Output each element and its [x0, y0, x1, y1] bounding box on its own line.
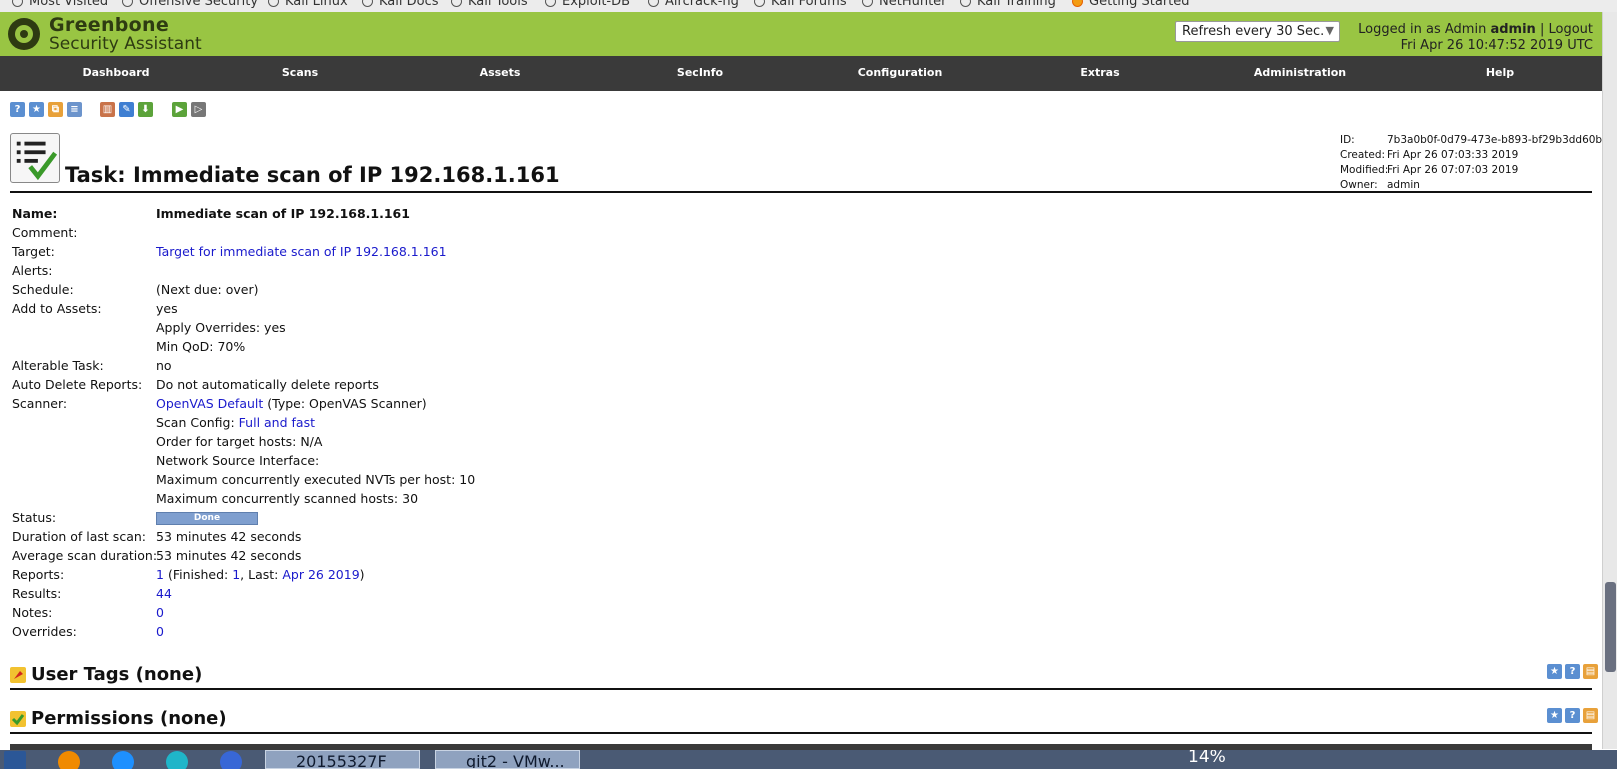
app-icon[interactable] — [166, 751, 188, 769]
export-icon[interactable]: ⬇ — [138, 102, 153, 117]
bookmark-kali-linux[interactable]: Kali Linux — [268, 0, 348, 9]
current-datetime: Fri Apr 26 10:47:52 2019 UTC — [1400, 38, 1593, 53]
reports-finished-link[interactable]: 1 — [232, 567, 240, 582]
permissions-title[interactable]: Permissions (none) — [31, 708, 227, 729]
bookmark-offensive-security[interactable]: Offensive Security — [122, 0, 258, 9]
nav-extras[interactable]: Extras — [1080, 66, 1119, 79]
bookmark-nethunter[interactable]: NetHunter — [862, 0, 947, 9]
task-modified: Fri Apr 26 07:07:03 2019 — [1387, 164, 1519, 176]
edit-icon[interactable]: ✎ — [119, 102, 134, 117]
task-id: 7b3a0b0f-0d79-473e-b893-bf29b3dd60b3 — [1387, 134, 1609, 146]
reports-last-link[interactable]: Apr 26 2019 — [282, 567, 359, 582]
page-title: Task: Immediate scan of IP 192.168.1.161 — [65, 163, 560, 187]
bookmark-kali-forums[interactable]: Kali Forums — [754, 0, 847, 9]
bookmark-aircrack-ng[interactable]: Aircrack-ng — [648, 0, 739, 9]
bookmarks-bar: Most Visited Offensive Security Kali Lin… — [0, 0, 1617, 12]
new-permission-icon[interactable]: ★ — [1547, 708, 1562, 723]
globe-icon — [122, 0, 133, 7]
nav-scans[interactable]: Scans — [282, 66, 318, 79]
status-badge: Done — [156, 512, 258, 525]
bookmark-kali-docs[interactable]: Kali Docs — [362, 0, 439, 9]
refresh-select[interactable]: Refresh every 30 Sec. ▼ — [1175, 21, 1340, 42]
start-icon[interactable]: ▶ — [172, 102, 187, 117]
nav-dashboard[interactable]: Dashboard — [82, 66, 149, 79]
user-tags-section: User Tags (none) ★ ? ▤ — [10, 664, 1598, 692]
bookmark-getting-started[interactable]: Getting Started — [1072, 0, 1190, 9]
taskbar-window-2[interactable]: git2 - VMw... — [435, 750, 580, 769]
globe-icon — [268, 0, 279, 7]
login-info: Logged in as Admin admin | Logout — [1358, 22, 1593, 37]
nav-help[interactable]: Help — [1486, 66, 1514, 79]
logo-subtitle: Security Assistant — [49, 34, 202, 54]
firefox-icon[interactable] — [58, 751, 80, 769]
overrides-link[interactable]: 0 — [156, 624, 164, 639]
logout-link[interactable]: Logout — [1548, 22, 1593, 37]
globe-icon — [545, 0, 556, 7]
nav-assets[interactable]: Assets — [480, 66, 521, 79]
nav-secinfo[interactable]: SecInfo — [677, 66, 723, 79]
help-icon[interactable]: ? — [1565, 708, 1580, 723]
resume-icon[interactable]: ▷ — [191, 102, 206, 117]
nav-configuration[interactable]: Configuration — [858, 66, 943, 79]
new-task-icon[interactable]: ★ — [29, 102, 44, 117]
globe-icon — [862, 0, 873, 7]
results-link[interactable]: 44 — [156, 586, 172, 601]
bookmark-kali-tools[interactable]: Kali Tools — [451, 0, 528, 9]
target-link[interactable]: Target for immediate scan of IP 192.168.… — [156, 244, 447, 259]
notes-link[interactable]: 0 — [156, 605, 164, 620]
reports-count-link[interactable]: 1 — [156, 567, 164, 582]
globe-icon — [754, 0, 765, 7]
new-tag-icon[interactable]: ★ — [1547, 664, 1562, 679]
help-icon[interactable]: ? — [10, 102, 25, 117]
bookmark-most-visited[interactable]: Most Visited — [12, 0, 108, 9]
permissions-section: Permissions (none) ★ ? ▤ — [10, 708, 1598, 736]
firefox-icon — [1072, 0, 1083, 7]
main-nav: Dashboard Scans Assets SecInfo Configura… — [0, 56, 1617, 91]
task-owner: admin — [1387, 179, 1420, 191]
greenbone-logo-icon[interactable] — [6, 16, 42, 52]
tags-list-icon[interactable]: ▤ — [1583, 664, 1598, 679]
trash-icon[interactable]: ▥ — [100, 102, 115, 117]
ie-icon[interactable] — [112, 751, 134, 769]
globe-icon — [960, 0, 971, 7]
scrollbar-thumb[interactable] — [1605, 582, 1616, 672]
taskbar-window-1[interactable]: 20155327F — [265, 750, 420, 769]
logo-title: Greenbone — [49, 14, 170, 36]
gsa-header: Greenbone Security Assistant Refresh eve… — [0, 12, 1617, 56]
tag-icon — [10, 667, 26, 683]
gear-icon — [12, 0, 23, 7]
globe-icon — [451, 0, 462, 7]
username: admin — [1490, 22, 1536, 37]
user-tags-title[interactable]: User Tags (none) — [31, 664, 202, 685]
task-list-icon[interactable]: ≡ — [67, 102, 82, 117]
os-taskbar: 20155327F git2 - VMw... 14% — [0, 750, 1617, 769]
permissions-icon — [10, 711, 26, 727]
nav-administration[interactable]: Administration — [1254, 66, 1346, 79]
chevron-down-icon: ▼ — [1325, 24, 1334, 37]
scanner-link[interactable]: OpenVAS Default — [156, 396, 263, 411]
bookmark-exploit-db[interactable]: Exploit-DB — [545, 0, 630, 9]
clone-icon[interactable]: ⧉ — [48, 102, 63, 117]
vertical-scrollbar[interactable] — [1602, 12, 1617, 749]
task-created: Fri Apr 26 07:03:33 2019 — [1387, 149, 1519, 161]
help-icon[interactable]: ? — [1565, 664, 1580, 679]
bookmark-kali-training[interactable]: Kali Training — [960, 0, 1056, 9]
word-icon[interactable] — [4, 751, 26, 769]
globe-icon — [362, 0, 373, 7]
app-icon[interactable] — [220, 751, 242, 769]
battery-percent: 14% — [1188, 750, 1226, 767]
task-icon — [10, 133, 60, 183]
scan-config-link[interactable]: Full and fast — [239, 415, 315, 430]
aircrack-icon — [648, 0, 659, 7]
permissions-list-icon[interactable]: ▤ — [1583, 708, 1598, 723]
